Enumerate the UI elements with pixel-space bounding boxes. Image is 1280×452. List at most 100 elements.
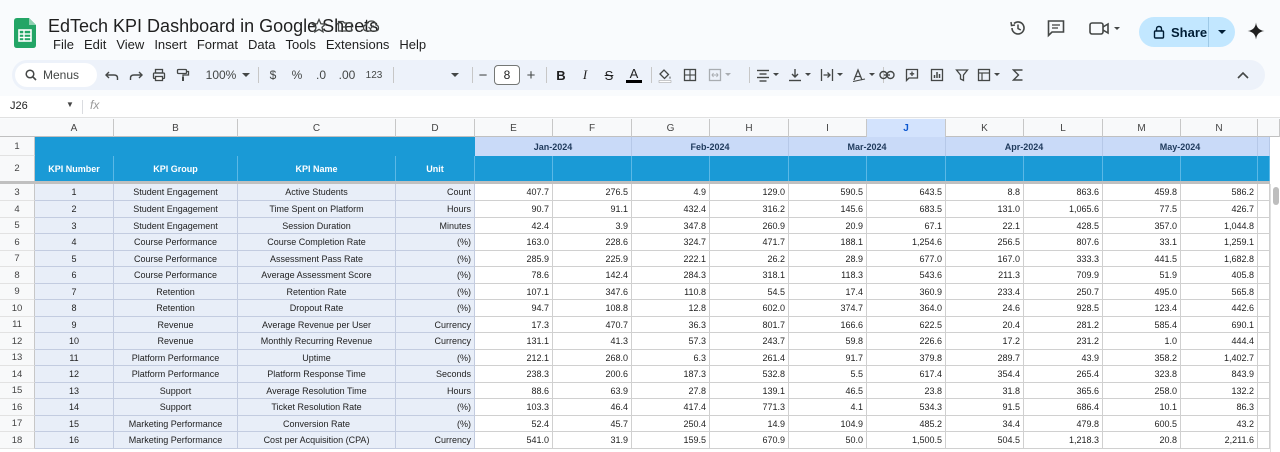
kpi-group-cell[interactable]: Retention (114, 300, 238, 317)
value-cell[interactable]: 142.4 (553, 267, 632, 284)
value-cell[interactable]: 200.6 (553, 366, 632, 383)
value-cell[interactable]: 444.4 (1181, 333, 1258, 350)
value-cell[interactable]: 228.6 (553, 234, 632, 251)
month-subheader-cell[interactable] (789, 156, 867, 182)
value-cell[interactable]: 43.2 (1181, 416, 1258, 432)
kpi-name-cell[interactable]: Time Spent on Platform (238, 201, 396, 218)
value-cell[interactable]: 265.4 (1024, 366, 1103, 383)
decrease-decimal-button[interactable]: .0 (310, 60, 332, 90)
value-cell[interactable]: 357.0 (1103, 218, 1181, 234)
row-header-17[interactable]: 17 (0, 416, 35, 432)
value-cell[interactable]: 91.7 (789, 350, 867, 366)
column-header-m[interactable]: M (1103, 119, 1181, 137)
value-cell[interactable]: 123.4 (1103, 300, 1181, 317)
value-cell[interactable]: 108.8 (553, 300, 632, 317)
column-label[interactable]: Unit (396, 156, 475, 182)
value-cell[interactable]: 1,254.6 (867, 234, 946, 251)
unit-cell[interactable]: (%) (396, 251, 475, 267)
month-subheader-cell[interactable] (475, 156, 553, 182)
increase-font-size-button[interactable]: + (524, 60, 538, 90)
filter-icon[interactable] (952, 60, 972, 90)
column-header-i[interactable]: I (789, 119, 867, 137)
row-header-8[interactable]: 8 (0, 267, 35, 284)
value-cell[interactable]: 132.2 (1181, 383, 1258, 399)
row-header-1[interactable]: 1 (0, 137, 35, 156)
value-cell[interactable]: 405.8 (1181, 267, 1258, 284)
value-cell[interactable]: 8.8 (946, 184, 1024, 201)
kpi-number-cell[interactable]: 13 (35, 383, 114, 399)
kpi-number-cell[interactable]: 12 (35, 366, 114, 383)
column-header-k[interactable]: K (946, 119, 1024, 137)
value-cell[interactable]: 495.0 (1103, 284, 1181, 300)
column-header-g[interactable]: G (632, 119, 710, 137)
value-cell[interactable]: 20.4 (946, 317, 1024, 333)
value-cell[interactable]: 622.5 (867, 317, 946, 333)
menu-extensions[interactable]: Extensions (321, 37, 395, 52)
kpi-name-cell[interactable]: Average Assessment Score (238, 267, 396, 284)
value-cell[interactable]: 379.8 (867, 350, 946, 366)
kpi-number-cell[interactable]: 4 (35, 234, 114, 251)
kpi-name-cell[interactable]: Retention Rate (238, 284, 396, 300)
kpi-group-cell[interactable]: Platform Performance (114, 366, 238, 383)
value-cell[interactable]: 3.9 (553, 218, 632, 234)
row-header-10[interactable]: 10 (0, 300, 35, 317)
value-cell[interactable]: 1,682.8 (1181, 251, 1258, 267)
unit-cell[interactable]: (%) (396, 300, 475, 317)
value-cell[interactable]: 470.7 (553, 317, 632, 333)
paint-format-icon[interactable] (173, 60, 193, 90)
kpi-group-cell[interactable]: Platform Performance (114, 350, 238, 366)
value-cell[interactable]: 677.0 (867, 251, 946, 267)
month-subheader-cell[interactable] (632, 156, 710, 182)
menus-search-box[interactable]: Menus (15, 63, 97, 87)
value-cell[interactable]: 690.1 (1181, 317, 1258, 333)
increase-decimal-button[interactable]: .00 (335, 60, 359, 90)
kpi-name-cell[interactable]: Uptime (238, 350, 396, 366)
value-cell[interactable]: 256.5 (946, 234, 1024, 251)
kpi-group-cell[interactable]: Marketing Performance (114, 416, 238, 432)
value-cell[interactable]: 57.3 (632, 333, 710, 350)
month-header[interactable]: Jan-2024 (475, 137, 632, 156)
unit-cell[interactable]: (%) (396, 350, 475, 366)
value-cell[interactable]: 1,259.1 (1181, 234, 1258, 251)
sheets-logo-icon[interactable] (14, 18, 36, 48)
month-subheader-cell[interactable] (867, 156, 946, 182)
menu-help[interactable]: Help (394, 37, 431, 52)
text-color-button[interactable]: A (625, 60, 643, 90)
kpi-group-cell[interactable]: Marketing Performance (114, 432, 238, 449)
value-cell[interactable]: 17.3 (475, 317, 553, 333)
value-cell[interactable]: 104.9 (789, 416, 867, 432)
value-cell[interactable]: 600.5 (1103, 416, 1181, 432)
unit-cell[interactable]: (%) (396, 267, 475, 284)
value-cell[interactable]: 50.0 (789, 432, 867, 449)
kpi-name-cell[interactable]: Cost per Acquisition (CPA) (238, 432, 396, 449)
value-cell[interactable]: 28.9 (789, 251, 867, 267)
kpi-group-cell[interactable]: Student Engagement (114, 218, 238, 234)
value-cell[interactable]: 643.5 (867, 184, 946, 201)
value-cell[interactable]: 543.6 (867, 267, 946, 284)
kpi-group-cell[interactable]: Retention (114, 284, 238, 300)
value-cell[interactable]: 42.4 (475, 218, 553, 234)
column-label[interactable]: KPI Number (35, 156, 114, 182)
value-cell[interactable]: 91.1 (553, 201, 632, 218)
kpi-group-cell[interactable]: Support (114, 383, 238, 399)
value-cell[interactable]: 479.8 (1024, 416, 1103, 432)
empty-cell[interactable] (1258, 317, 1270, 333)
value-cell[interactable]: 261.4 (710, 350, 789, 366)
value-cell[interactable]: 238.3 (475, 366, 553, 383)
redo-icon[interactable] (126, 60, 146, 90)
value-cell[interactable]: 20.9 (789, 218, 867, 234)
value-cell[interactable]: 54.5 (710, 284, 789, 300)
italic-button[interactable]: I (577, 60, 593, 90)
horizontal-align-icon[interactable] (754, 60, 784, 90)
unit-cell[interactable]: Hours (396, 383, 475, 399)
value-cell[interactable]: 347.6 (553, 284, 632, 300)
value-cell[interactable]: 31.8 (946, 383, 1024, 399)
value-cell[interactable]: 23.8 (867, 383, 946, 399)
value-cell[interactable]: 364.0 (867, 300, 946, 317)
value-cell[interactable]: 5.5 (789, 366, 867, 383)
unit-cell[interactable]: Seconds (396, 366, 475, 383)
kpi-name-cell[interactable]: Ticket Resolution Rate (238, 399, 396, 416)
month-header[interactable]: Feb-2024 (632, 137, 789, 156)
zoom-caret-icon[interactable] (241, 60, 251, 90)
kpi-number-cell[interactable]: 7 (35, 284, 114, 300)
